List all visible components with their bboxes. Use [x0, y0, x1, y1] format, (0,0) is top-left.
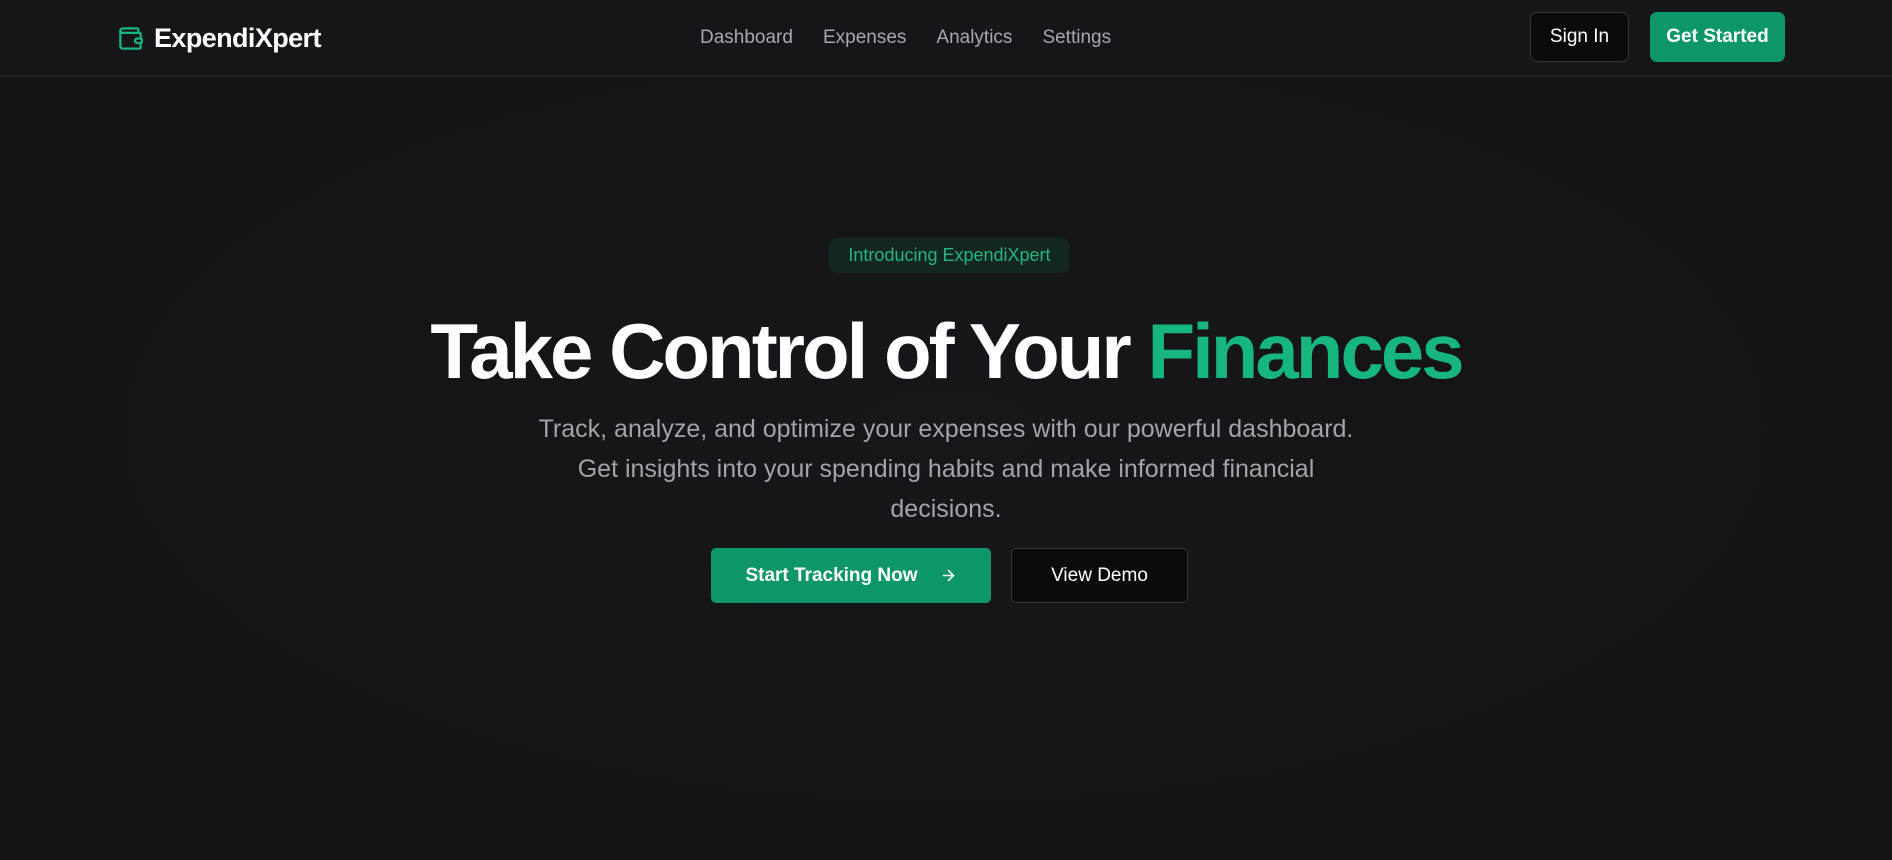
arrow-right-icon [942, 569, 954, 582]
nav-link-dashboard[interactable]: Dashboard [700, 27, 793, 49]
wallet-icon [117, 25, 144, 52]
get-started-button[interactable]: Get Started [1650, 12, 1785, 62]
main-nav: Dashboard Expenses Analytics Settings [700, 20, 1111, 56]
start-tracking-button[interactable]: Start Tracking Now [711, 548, 991, 603]
nav-link-analytics[interactable]: Analytics [936, 27, 1012, 49]
hero-headline: Take Control of Your Finances [0, 305, 1892, 397]
start-tracking-label: Start Tracking Now [745, 564, 918, 586]
view-demo-button[interactable]: View Demo [1011, 548, 1188, 603]
headline-accent: Finances [1147, 307, 1464, 395]
headline-main: Take Control of Your [430, 307, 1131, 395]
sign-in-button[interactable]: Sign In [1530, 12, 1629, 62]
brand-name: ExpendiXpert [154, 22, 321, 53]
site-header: ExpendiXpert Dashboard Expenses Analytic… [0, 0, 1892, 77]
nav-link-expenses[interactable]: Expenses [823, 27, 906, 49]
nav-link-settings[interactable]: Settings [1042, 27, 1111, 49]
intro-badge: Introducing ExpendiXpert [829, 238, 1070, 273]
hero-subtext: Track, analyze, and optimize your expens… [538, 415, 1354, 523]
brand-logo-link[interactable]: ExpendiXpert [117, 22, 321, 54]
